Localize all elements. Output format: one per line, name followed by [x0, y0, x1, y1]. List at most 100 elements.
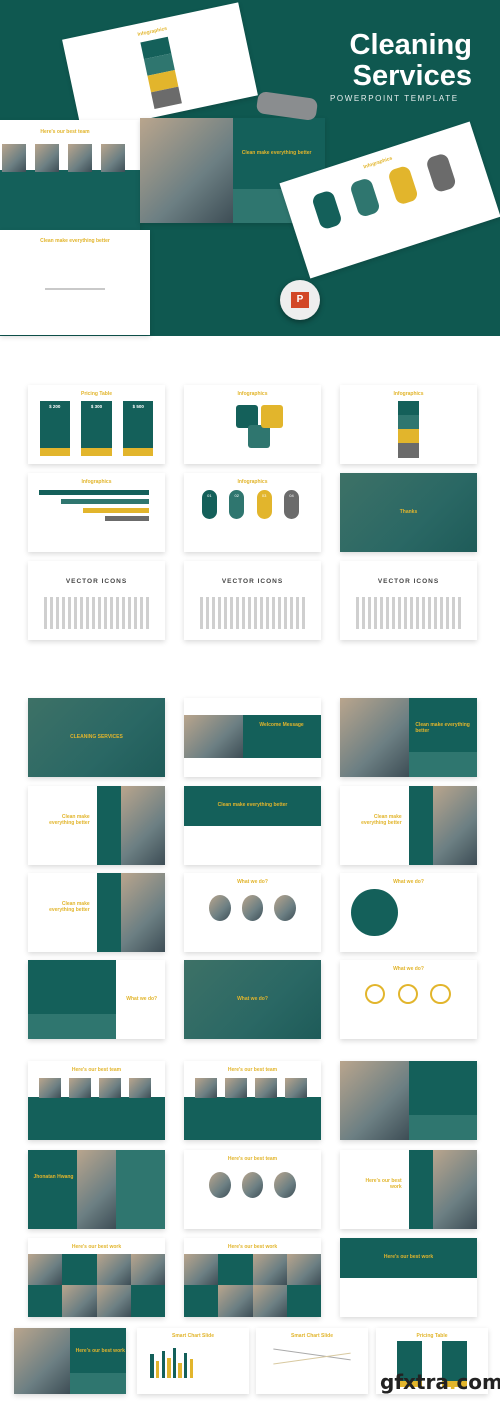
arrow-bar	[60, 499, 149, 505]
team-photo	[68, 144, 92, 172]
price-label: $ 200	[49, 404, 61, 410]
photo-image	[130, 1253, 165, 1286]
slide-thumbnail: $ 200 $ 300 $ 500 Pricing Table	[28, 385, 165, 464]
arrow-bar	[82, 507, 149, 513]
slide-title: Clean make everything better	[415, 721, 470, 734]
slide-title: Clean make everything better	[49, 813, 90, 826]
slide-thumbnail: Clean make everything better	[184, 786, 321, 865]
slide-thumbnail: CLEANING SERVICES	[28, 698, 165, 777]
puzzle-piece	[248, 424, 271, 449]
slide-thumbnail: What we do?	[184, 873, 321, 952]
team-photo	[101, 144, 125, 172]
page-title: Cleaning Services	[310, 30, 472, 92]
slide-thumbnail: VECTOR ICONS	[28, 561, 165, 640]
slide-thumbnail: VECTOR ICONS	[340, 561, 477, 640]
slide-title: Here's our best work	[75, 1347, 125, 1354]
powerpoint-cup-image: P	[280, 280, 320, 320]
photo-image	[28, 1253, 63, 1286]
photo-image	[433, 1150, 477, 1229]
slide-thumbnail: VECTOR ICONS	[184, 561, 321, 640]
team-photo	[35, 144, 59, 172]
photo-image	[96, 1253, 131, 1286]
slide-thumbnail: Smart Chart Slide	[137, 1328, 249, 1394]
price-button	[123, 448, 154, 457]
slide-title: Here's our best work	[227, 1244, 278, 1251]
slide-thumbnail: Here's our best team	[0, 120, 140, 230]
chart-bar	[161, 1351, 165, 1378]
hero-banner: Infographics Here's our best team Clean ma…	[0, 0, 500, 336]
step-pill: 04	[284, 490, 300, 519]
circle-photo	[208, 1172, 231, 1199]
chart-bar	[184, 1352, 188, 1378]
slide-title: Pricing Table	[416, 1333, 448, 1340]
puzzle-piece	[260, 404, 283, 429]
teal-panel	[184, 1285, 219, 1317]
slide-title: Clean make everything better	[49, 900, 90, 913]
chart-bar	[156, 1361, 160, 1378]
teal-panel	[96, 873, 122, 952]
slide-title: Here's our best work	[383, 1253, 434, 1260]
slide-thumbnail: Smart Chart Slide	[256, 1328, 368, 1394]
slide-thumbnail: Infographics	[28, 473, 165, 552]
teal-panel	[286, 1285, 321, 1317]
text-placeholder	[45, 287, 105, 290]
slide-thumbnail: Infographics	[184, 385, 321, 464]
chart-bar	[189, 1359, 193, 1378]
slide-thumbnail: Here's our best work	[340, 1238, 477, 1317]
photo-image	[96, 1285, 131, 1317]
page-subtitle: POWERPOINT TEMPLATE	[330, 94, 459, 103]
price-button	[81, 448, 112, 457]
circle-photo	[274, 895, 297, 922]
slide-title: Thanks	[399, 508, 418, 515]
step-pill: 01	[201, 490, 217, 519]
price-label: $ 300	[90, 404, 103, 410]
step-pill: 02	[229, 490, 245, 519]
chart-bar	[172, 1347, 177, 1378]
teal-panel	[115, 1150, 165, 1229]
slide-title: Infographics	[237, 479, 268, 486]
slide-thumbnail: What we do?	[28, 960, 165, 1039]
team-photo	[285, 1078, 308, 1099]
icon-grid	[200, 596, 305, 629]
slide-title: Smart Chart Slide	[172, 1333, 214, 1340]
slide-thumbnail: What we do?	[340, 960, 477, 1039]
slide-title: Here's our best team	[71, 1067, 122, 1074]
slide-thumbnail	[340, 1061, 477, 1140]
slide-thumbnail: Here's our best work	[28, 1238, 165, 1317]
slide-thumbnail: What we do?	[184, 960, 321, 1039]
circle-photo	[241, 895, 264, 922]
circle-photo	[208, 895, 231, 922]
slide-thumbnail: Jhonatan Hwang	[28, 1150, 165, 1229]
photo-image	[77, 1150, 116, 1229]
slide-title: Infographics	[237, 391, 268, 398]
team-photo	[129, 1078, 152, 1099]
price-button	[39, 448, 70, 457]
slide-thumbnail: Here's our best team	[184, 1150, 321, 1229]
slide-thumbnail: Clean make everything better	[28, 786, 165, 865]
step-pill	[387, 164, 420, 206]
slide-title: Clean make everything better	[361, 813, 402, 826]
slide-thumbnail: Here's our best work	[14, 1328, 126, 1394]
teal-panel	[0, 169, 140, 230]
teal-panel	[408, 786, 434, 865]
title-line-2: Services	[352, 60, 472, 92]
icon-grid	[44, 596, 149, 629]
teal-panel	[130, 1285, 165, 1317]
teal-panel	[408, 1114, 477, 1140]
infographic-layer	[397, 429, 420, 444]
photo-image	[140, 118, 233, 223]
teal-panel	[28, 1096, 165, 1140]
photo-image	[14, 1328, 70, 1394]
slide-thumbnail: Welcome Message	[184, 698, 321, 777]
slide-thumbnail: What we do?	[340, 873, 477, 952]
photo-image	[433, 786, 477, 865]
slide-title: What we do?	[237, 879, 268, 886]
slide-title: Clean make everything better	[241, 149, 312, 156]
price-card: $ 500	[123, 400, 154, 457]
circle-photo	[241, 1172, 264, 1199]
infographic-layer	[397, 415, 420, 430]
price-card: $ 300	[81, 400, 112, 457]
slide-title: VECTOR ICONS	[65, 578, 128, 586]
slide-title: VECTOR ICONS	[377, 578, 440, 586]
photo-image	[62, 1285, 97, 1317]
